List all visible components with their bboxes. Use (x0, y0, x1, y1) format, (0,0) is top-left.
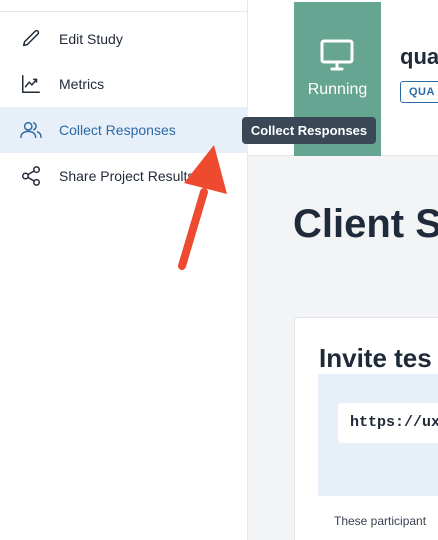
sidebar: Edit Study Metrics Collect Responses Sha… (0, 0, 248, 540)
sidebar-item-metrics[interactable]: Metrics (0, 61, 248, 107)
sidebar-item-label: Collect Responses (59, 122, 176, 138)
page-title: Client S (293, 202, 438, 246)
pencil-icon (19, 27, 43, 51)
sidebar-item-label: Edit Study (59, 31, 123, 47)
main-content: Running qua QUA Client S Invite tes http… (248, 0, 438, 540)
study-name: qua (400, 44, 438, 69)
sidebar-tooltip: Collect Responses (242, 117, 376, 144)
invite-card-heading: Invite tes (319, 343, 432, 373)
study-type-badge: QUA (400, 81, 438, 103)
chart-line-icon (19, 72, 43, 96)
users-icon (19, 118, 43, 142)
annotation-arrow-icon (178, 145, 227, 270)
monitor-icon (319, 38, 355, 72)
status-label: Running (307, 81, 368, 98)
sidebar-divider (0, 11, 248, 12)
invite-link-field[interactable]: https://uxl.a (338, 403, 438, 443)
sidebar-item-label: Metrics (59, 76, 105, 92)
invite-link-panel: https://uxl.a (318, 374, 438, 496)
invite-card: Invite tes https://uxl.a These participa… (294, 317, 438, 540)
share-icon (19, 164, 43, 188)
sidebar-item-edit-study[interactable]: Edit Study (0, 16, 248, 62)
invite-card-footnote: These participant (334, 514, 427, 528)
